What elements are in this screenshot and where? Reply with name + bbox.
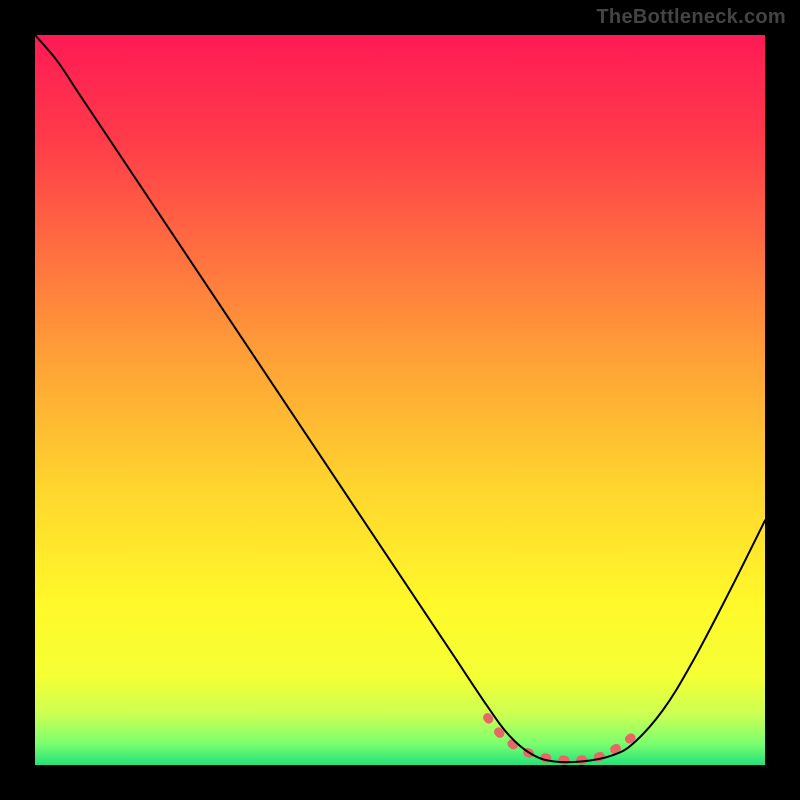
gradient-background <box>35 35 765 765</box>
plot-area <box>35 35 765 765</box>
chart-container: TheBottleneck.com <box>0 0 800 800</box>
chart-svg <box>35 35 765 765</box>
watermark-text: TheBottleneck.com <box>596 6 786 29</box>
